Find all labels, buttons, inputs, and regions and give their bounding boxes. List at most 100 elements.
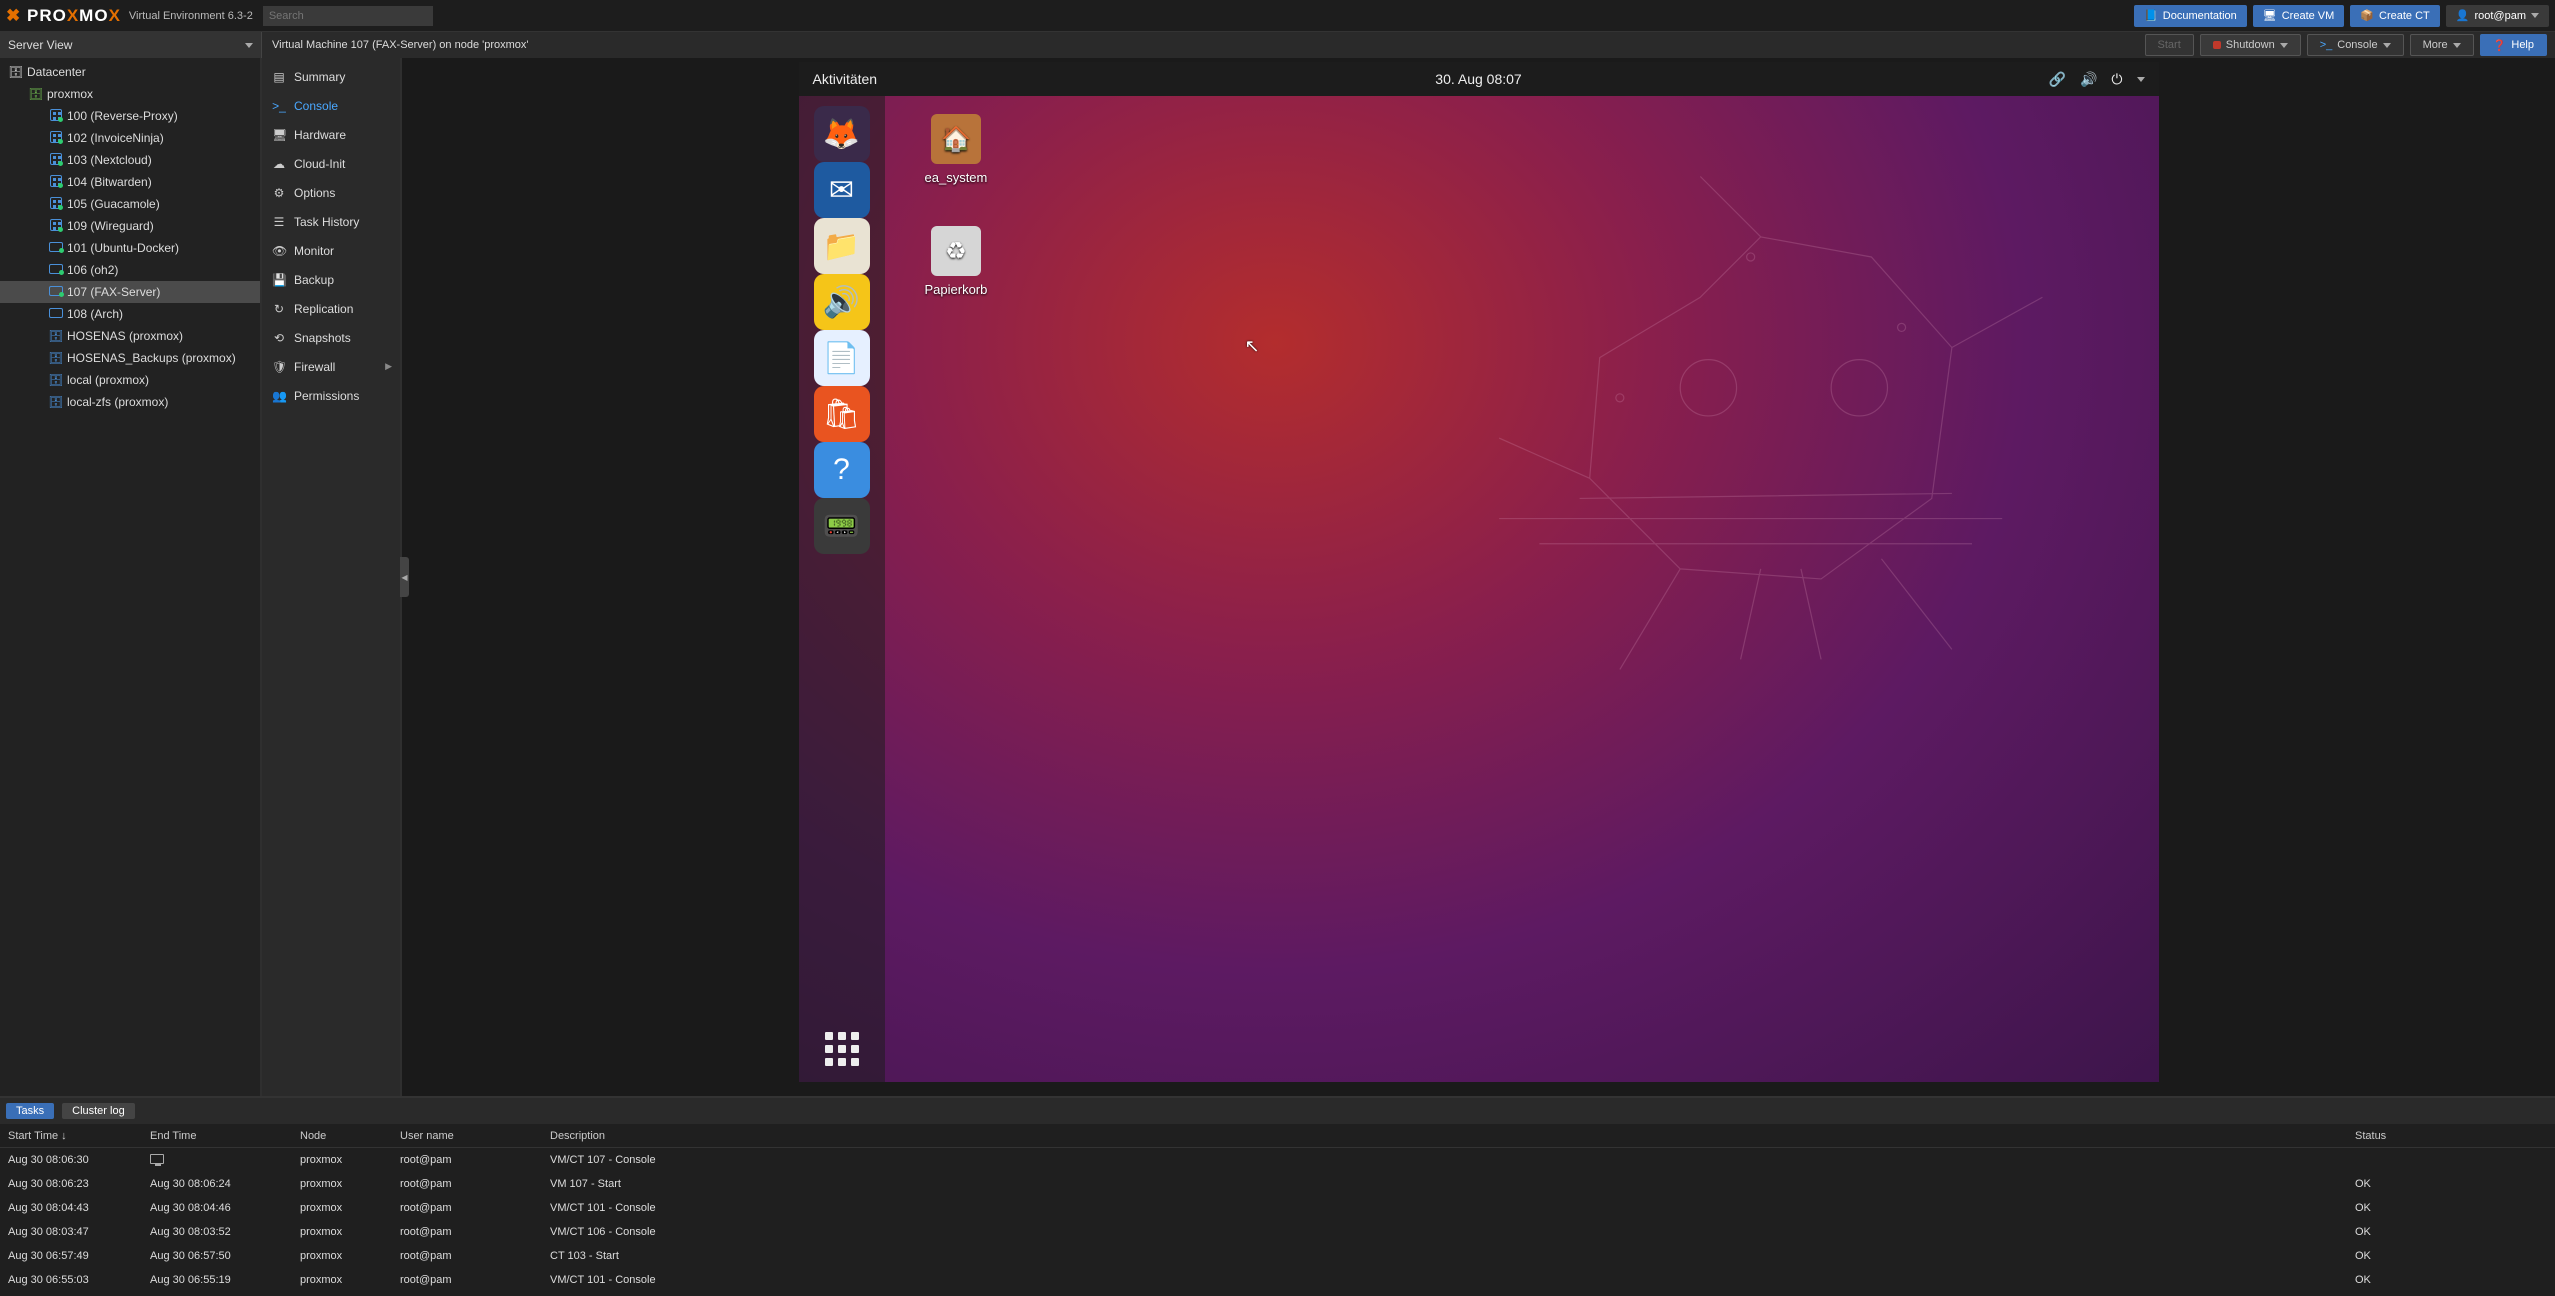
task-row[interactable]: Aug 30 06:57:49Aug 30 06:57:50proxmoxroo… [0, 1244, 2555, 1268]
chevron-right-icon: ▶ [385, 361, 392, 372]
tree-guest-103[interactable]: 103 (Nextcloud) [0, 149, 260, 171]
activities-button[interactable]: Aktivitäten [813, 71, 878, 87]
logo-x-icon: ✖ [6, 6, 21, 26]
task-row[interactable]: Aug 30 08:03:47Aug 30 08:03:52proxmoxroo… [0, 1220, 2555, 1244]
tree-guest-104[interactable]: 104 (Bitwarden) [0, 171, 260, 193]
tree-storage[interactable]: 🗄local (proxmox) [0, 369, 260, 391]
vm-icon [48, 241, 64, 255]
col-description[interactable]: Description [550, 1130, 2355, 1142]
page-title: Virtual Machine 107 (FAX-Server) on node… [262, 32, 2145, 58]
tree-guest-101[interactable]: 101 (Ubuntu-Docker) [0, 237, 260, 259]
gear-icon: ⚙ [272, 186, 286, 200]
live-task-icon [150, 1154, 164, 1164]
tree-guest-102[interactable]: 102 (InvoiceNinja) [0, 127, 260, 149]
vm-icon [48, 263, 64, 277]
volume-icon[interactable]: 🔊 [2080, 71, 2097, 88]
task-log-panel: Tasks Cluster log Start Time ↓ End Time … [0, 1096, 2555, 1296]
col-start-time[interactable]: Start Time ↓ [0, 1130, 150, 1142]
tree-guest-100[interactable]: 100 (Reverse-Proxy) [0, 105, 260, 127]
more-button[interactable]: More [2410, 34, 2474, 56]
lxc-icon [48, 109, 64, 124]
desktop-icon: 🖥 [272, 128, 286, 142]
task-row[interactable]: Aug 30 08:06:23Aug 30 08:06:24proxmoxroo… [0, 1172, 2555, 1196]
terminal-icon: >_ [2320, 39, 2333, 51]
submenu-console[interactable]: >_Console [262, 91, 400, 120]
shutdown-button[interactable]: Shutdown [2200, 34, 2301, 56]
col-end-time[interactable]: End Time [150, 1130, 300, 1142]
tree-storage[interactable]: 🗄HOSENAS (proxmox) [0, 325, 260, 347]
create-vm-button[interactable]: 🖥Create VM [2253, 5, 2345, 27]
col-user[interactable]: User name [400, 1130, 550, 1142]
tab-cluster-log[interactable]: Cluster log [62, 1103, 135, 1119]
storage-icon: 🗄 [48, 395, 64, 409]
main-area: 🗄Datacenter 🗄proxmox 100 (Reverse-Proxy)… [0, 58, 2555, 1096]
tree-storage[interactable]: 🗄local-zfs (proxmox) [0, 391, 260, 413]
help-button[interactable]: ❓Help [2480, 34, 2547, 56]
submenu-permissions[interactable]: 👥Permissions [262, 381, 400, 410]
desktop-icon: 🖥 [2263, 9, 2277, 22]
sync-icon: ↻ [272, 302, 286, 316]
book-icon: 📘 [2144, 9, 2158, 22]
storage-icon: 🗄 [48, 373, 64, 387]
lxc-icon [48, 131, 64, 146]
col-node[interactable]: Node [300, 1130, 400, 1142]
task-table-body: Aug 30 08:06:30proxmoxroot@pamVM/CT 107 … [0, 1148, 2555, 1296]
documentation-button[interactable]: 📘Documentation [2134, 5, 2247, 27]
server-view-select[interactable]: Server View [0, 32, 262, 58]
tree-storage[interactable]: 🗄HOSENAS_Backups (proxmox) [0, 347, 260, 369]
desktop-area[interactable]: 🏠 ea_system ♻ Papierkorb ↖ [885, 96, 2159, 1082]
task-row[interactable]: Aug 30 08:06:30proxmoxroot@pamVM/CT 107 … [0, 1148, 2555, 1172]
vm-icon [48, 285, 64, 299]
task-row[interactable]: Aug 30 08:04:43Aug 30 08:04:46proxmoxroo… [0, 1196, 2555, 1220]
tab-tasks[interactable]: Tasks [6, 1103, 54, 1119]
save-icon: 💾 [272, 273, 286, 287]
ubuntu-top-bar: Aktivitäten 30. Aug 08:07 🔗 🔊 ⏻ [799, 62, 2159, 96]
log-tabs: Tasks Cluster log [0, 1098, 2555, 1124]
storage-icon: 🗄 [48, 351, 64, 365]
submenu-task-history[interactable]: ☰Task History [262, 207, 400, 236]
history-icon: ⟲ [272, 331, 286, 345]
submenu-snapshots[interactable]: ⟲Snapshots [262, 323, 400, 352]
cloud-icon: ☁ [272, 157, 286, 171]
submenu-options[interactable]: ⚙Options [262, 178, 400, 207]
desktop-trash[interactable]: ♻ Papierkorb [925, 226, 988, 297]
terminal-icon: >_ [272, 99, 286, 113]
submenu-summary[interactable]: ▤Summary [262, 62, 400, 91]
col-status[interactable]: Status [2355, 1130, 2555, 1142]
power-icon [2213, 41, 2221, 49]
submenu-monitor[interactable]: 👁Monitor [262, 236, 400, 265]
trash-icon: ♻ [931, 226, 981, 276]
tree-guest-106[interactable]: 106 (oh2) [0, 259, 260, 281]
tree-node[interactable]: 🗄proxmox [0, 83, 260, 105]
chevron-down-icon[interactable] [2137, 77, 2145, 82]
tree-datacenter[interactable]: 🗄Datacenter [0, 61, 260, 83]
chevron-down-icon [2383, 43, 2391, 48]
user-menu-button[interactable]: 👤root@pam [2446, 5, 2549, 27]
submenu-cloud-init[interactable]: ☁Cloud-Init [262, 149, 400, 178]
submenu-backup[interactable]: 💾Backup [262, 265, 400, 294]
ubuntu-desktop: 🦊✉📁🔊📄🛍?📟 🏠 ea_system ♻ Papierkorb ↖ [799, 96, 2159, 1082]
console-button[interactable]: >_ Console [2307, 34, 2404, 56]
network-icon[interactable]: 🔗 [2049, 71, 2066, 88]
list-icon: ☰ [272, 215, 286, 229]
tree-guest-109[interactable]: 109 (Wireguard) [0, 215, 260, 237]
start-button[interactable]: Start [2145, 34, 2194, 56]
desktop-folder-home[interactable]: 🏠 ea_system [925, 114, 988, 185]
create-ct-button[interactable]: 📦Create CT [2350, 5, 2439, 27]
vm-submenu: ▤Summary>_Console🖥Hardware☁Cloud-Init⚙Op… [262, 58, 402, 1096]
tree-guest-107[interactable]: 107 (FAX-Server) [0, 281, 260, 303]
submenu-firewall[interactable]: 🛡Firewall▶ [262, 352, 400, 381]
submenu-replication[interactable]: ↻Replication [262, 294, 400, 323]
tree-guest-105[interactable]: 105 (Guacamole) [0, 193, 260, 215]
tree-guest-108[interactable]: 108 (Arch) [0, 303, 260, 325]
collapse-handle[interactable]: ◀ [400, 557, 409, 597]
users-icon: 👥 [272, 389, 286, 403]
vm-console[interactable]: Aktivitäten 30. Aug 08:07 🔗 🔊 ⏻ [799, 62, 2159, 1082]
submenu-hardware[interactable]: 🖥Hardware [262, 120, 400, 149]
task-row[interactable]: Aug 30 06:55:03Aug 30 06:55:19proxmoxroo… [0, 1268, 2555, 1292]
lxc-icon [48, 153, 64, 168]
search-input[interactable] [263, 6, 433, 26]
ubuntu-clock[interactable]: 30. Aug 08:07 [1435, 71, 1521, 87]
power-icon[interactable]: ⏻ [2111, 71, 2122, 88]
user-icon: 👤 [2456, 9, 2470, 22]
